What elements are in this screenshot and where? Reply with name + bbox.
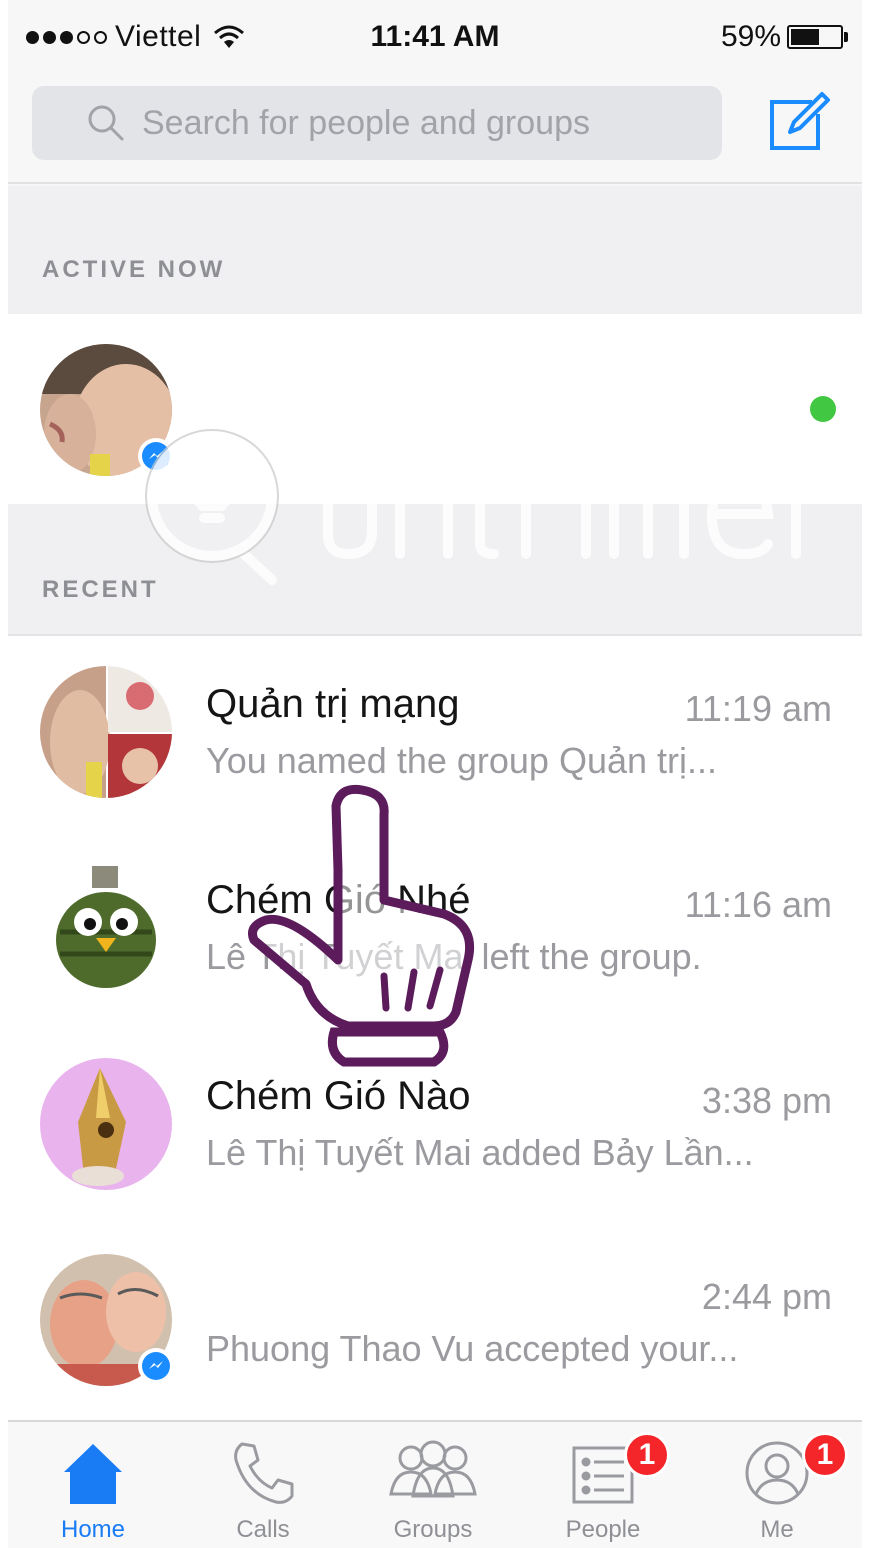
conversation-time: 3:38 pm [701,1080,832,1121]
search-placeholder: Search for people and groups [142,103,590,142]
conversation-preview: Phuong Thao Vu accepted your... [206,1328,739,1369]
battery-icon [787,25,843,49]
active-now-header: ACTIVE NOW [8,186,862,314]
tab-me[interactable]: 1 Me [692,1422,862,1548]
tab-label: Me [760,1516,794,1543]
conversation-list: Quản trị mạng 11:19 am You named the gro… [8,634,862,1420]
group-avatar [40,1058,172,1190]
recent-title: RECENT [42,576,159,603]
conversation-row[interactable]: 2:44 pm Phuong Thao Vu accepted your... [8,1224,862,1420]
phone-icon [234,1442,294,1504]
active-now-title: ACTIVE NOW [42,256,226,283]
search-input[interactable]: Search for people and groups [32,86,722,160]
conversation-preview: You named the group Quản trị... [206,740,718,781]
recent-header: RECENT [8,504,862,634]
online-indicator [810,396,836,422]
profile-icon [745,1441,809,1505]
battery-percentage: 59% [720,20,781,53]
home-icon [64,1444,122,1504]
group-avatar [40,862,172,994]
tab-label: Calls [236,1516,290,1543]
active-now-row[interactable] [8,314,862,504]
conversation-row[interactable]: Quản trị mạng 11:19 am You named the gro… [8,636,862,832]
messenger-screen: Viettel 11:41 AM 59% Search for people a… [0,0,870,1548]
conversation-preview: Lê Thị Tuyết Mai left the group. [206,936,702,977]
tab-calls[interactable]: Calls [178,1422,348,1548]
search-icon [88,105,124,141]
search-header: Search for people and groups [8,78,862,184]
status-bar: Viettel 11:41 AM 59% [8,0,862,78]
tab-people[interactable]: 1 People [518,1422,688,1548]
messenger-icon [138,1348,174,1384]
status-right: 59% [721,20,848,54]
group-avatar [40,666,172,798]
tab-label: People [565,1516,641,1543]
notification-badge: 1 [624,1432,670,1478]
messenger-icon [138,438,174,474]
conversation-name: Quản trị mạng [206,682,460,726]
conversation-time: 2:44 pm [701,1276,832,1317]
conversation-preview: Lê Thị Tuyết Mai added Bảy Lần... [206,1132,754,1173]
groups-icon [389,1440,477,1498]
tab-bar: Home Calls Groups 1 People 1 Me [8,1420,862,1548]
tab-label: Groups [393,1516,473,1543]
app-frame: Viettel 11:41 AM 59% Search for people a… [8,0,862,1548]
notification-badge: 1 [802,1432,848,1478]
conversation-time: 11:19 am [684,688,832,729]
conversation-row[interactable]: Chém Gió Nhé 11:16 am Lê Thị Tuyết Mai l… [8,832,862,1028]
tab-label: Home [60,1516,126,1543]
conversation-row[interactable]: Chém Gió Nào 3:38 pm Lê Thị Tuyết Mai ad… [8,1028,862,1224]
conversation-name: Chém Gió Nhé [206,878,471,922]
conversation-name: Chém Gió Nào [206,1074,471,1118]
compose-icon[interactable] [766,88,832,154]
conversation-time: 11:16 am [684,884,832,925]
tab-home[interactable]: Home [8,1422,178,1548]
tab-groups[interactable]: Groups [348,1422,518,1548]
